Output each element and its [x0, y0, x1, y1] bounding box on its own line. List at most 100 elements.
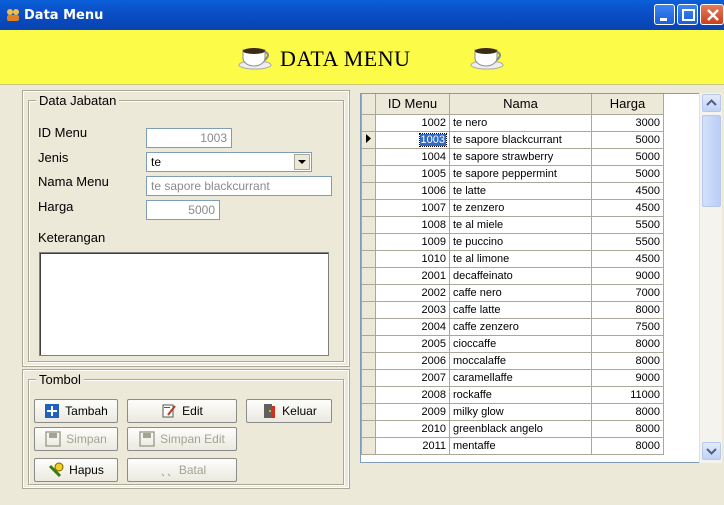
keluar-button[interactable]: Keluar [246, 399, 332, 423]
cell-id-menu[interactable]: 1005 [375, 164, 450, 183]
cell-nama[interactable]: te puccino [449, 232, 592, 251]
cell-id-menu[interactable]: 1002 [375, 113, 450, 132]
cell-nama[interactable]: te sapore peppermint [449, 164, 592, 183]
row-selector[interactable] [361, 113, 376, 132]
cell-id-menu[interactable]: 2011 [375, 436, 450, 455]
cell-id-menu[interactable]: 2007 [375, 368, 450, 387]
cell-id-menu[interactable]: 2009 [375, 402, 450, 421]
cell-harga[interactable]: 11000 [591, 385, 664, 404]
column-header-id[interactable]: ID Menu [375, 94, 450, 115]
cell-nama[interactable]: greenblack angelo [449, 419, 592, 438]
cell-harga[interactable]: 5000 [591, 147, 664, 166]
menu-data-grid[interactable]: ID Menu Nama Harga 1002 te nero 3000 1003 te… [360, 93, 722, 463]
cell-nama[interactable]: cioccaffe [449, 334, 592, 353]
row-selector[interactable] [361, 300, 376, 319]
table-row[interactable]: 1003 te sapore blackcurrant 5000 [361, 130, 664, 149]
row-selector[interactable] [361, 198, 376, 217]
cell-id-menu[interactable]: 2001 [375, 266, 450, 285]
cell-id-menu[interactable]: 1009 [375, 232, 450, 251]
table-row[interactable]: 2002 caffe nero 7000 [361, 283, 664, 302]
title-bar[interactable]: Data Menu [0, 0, 724, 30]
table-row[interactable]: 1009 te puccino 5500 [361, 232, 664, 251]
cell-nama[interactable]: te sapore blackcurrant [449, 130, 592, 149]
scroll-down-button[interactable] [702, 442, 721, 460]
table-row[interactable]: 1010 te al limone 4500 [361, 249, 664, 268]
cell-id-menu[interactable]: 2008 [375, 385, 450, 404]
table-row[interactable]: 2006 moccalaffe 8000 [361, 351, 664, 370]
row-selector[interactable] [361, 419, 376, 438]
row-selector[interactable] [361, 130, 376, 149]
table-row[interactable]: 2005 cioccaffe 8000 [361, 334, 664, 353]
cell-nama[interactable]: caffe latte [449, 300, 592, 319]
cell-nama[interactable]: te latte [449, 181, 592, 200]
cell-id-menu[interactable]: 1003 [375, 130, 450, 149]
chevron-down-icon[interactable] [294, 154, 310, 170]
row-selector[interactable] [361, 317, 376, 336]
table-row[interactable]: 2011 mentaffe 8000 [361, 436, 664, 455]
table-row[interactable]: 1004 te sapore strawberry 5000 [361, 147, 664, 166]
nama-menu-field[interactable]: te sapore blackcurrant [146, 176, 332, 196]
table-row[interactable]: 2001 decaffeinato 9000 [361, 266, 664, 285]
row-selector[interactable] [361, 368, 376, 387]
keterangan-textarea[interactable] [39, 252, 329, 356]
table-row[interactable]: 1005 te sapore peppermint 5000 [361, 164, 664, 183]
cell-nama[interactable]: rockaffe [449, 385, 592, 404]
row-selector[interactable] [361, 436, 376, 455]
table-row[interactable]: 2010 greenblack angelo 8000 [361, 419, 664, 438]
cell-harga[interactable]: 4500 [591, 198, 664, 217]
cell-id-menu[interactable]: 2006 [375, 351, 450, 370]
cell-harga[interactable]: 5000 [591, 130, 664, 149]
cell-harga[interactable]: 8000 [591, 351, 664, 370]
cell-id-menu[interactable]: 2010 [375, 419, 450, 438]
cell-harga[interactable]: 5500 [591, 215, 664, 234]
row-selector[interactable] [361, 385, 376, 404]
cell-harga[interactable]: 7500 [591, 317, 664, 336]
edit-button[interactable]: Edit [127, 399, 237, 423]
cell-harga[interactable]: 5000 [591, 164, 664, 183]
id-menu-field[interactable]: 1003 [146, 128, 232, 148]
cell-harga[interactable]: 4500 [591, 249, 664, 268]
row-selector[interactable] [361, 283, 376, 302]
cell-id-menu[interactable]: 2003 [375, 300, 450, 319]
row-selector[interactable] [361, 181, 376, 200]
cell-id-menu[interactable]: 1007 [375, 198, 450, 217]
row-selector[interactable] [361, 164, 376, 183]
table-row[interactable]: 2004 caffe zenzero 7500 [361, 317, 664, 336]
cell-nama[interactable]: mentaffe [449, 436, 592, 455]
table-row[interactable]: 2007 caramellaffe 9000 [361, 368, 664, 387]
cell-id-menu[interactable]: 1004 [375, 147, 450, 166]
row-selector[interactable] [361, 147, 376, 166]
cell-id-menu[interactable]: 2002 [375, 283, 450, 302]
harga-field[interactable]: 5000 [146, 200, 220, 220]
cell-id-menu[interactable]: 1008 [375, 215, 450, 234]
table-row[interactable]: 2003 caffe latte 8000 [361, 300, 664, 319]
cell-harga[interactable]: 8000 [591, 402, 664, 421]
tambah-button[interactable]: Tambah [34, 399, 118, 423]
cell-harga[interactable]: 9000 [591, 368, 664, 387]
row-selector[interactable] [361, 249, 376, 268]
row-selector[interactable] [361, 266, 376, 285]
table-row[interactable]: 1002 te nero 3000 [361, 113, 664, 132]
minimize-button[interactable] [654, 4, 675, 25]
jenis-select[interactable]: te [146, 152, 312, 172]
cell-nama[interactable]: te al limone [449, 249, 592, 268]
vertical-scrollbar[interactable] [699, 93, 722, 463]
cell-nama[interactable]: te zenzero [449, 198, 592, 217]
cell-id-menu[interactable]: 2005 [375, 334, 450, 353]
cell-nama[interactable]: decaffeinato [449, 266, 592, 285]
close-button[interactable] [700, 4, 724, 25]
cell-harga[interactable]: 8000 [591, 436, 664, 455]
scrollbar-thumb[interactable] [702, 115, 721, 207]
cell-nama[interactable]: moccalaffe [449, 351, 592, 370]
batal-button[interactable]: Batal [127, 458, 237, 482]
column-header-harga[interactable]: Harga [591, 94, 664, 115]
table-row[interactable]: 2009 milky glow 8000 [361, 402, 664, 421]
cell-nama[interactable]: milky glow [449, 402, 592, 421]
row-selector[interactable] [361, 232, 376, 251]
row-selector[interactable] [361, 215, 376, 234]
cell-harga[interactable]: 7000 [591, 283, 664, 302]
cell-nama[interactable]: caffe nero [449, 283, 592, 302]
scroll-up-button[interactable] [702, 94, 721, 112]
row-selector[interactable] [361, 334, 376, 353]
hapus-button[interactable]: Hapus [34, 458, 118, 482]
